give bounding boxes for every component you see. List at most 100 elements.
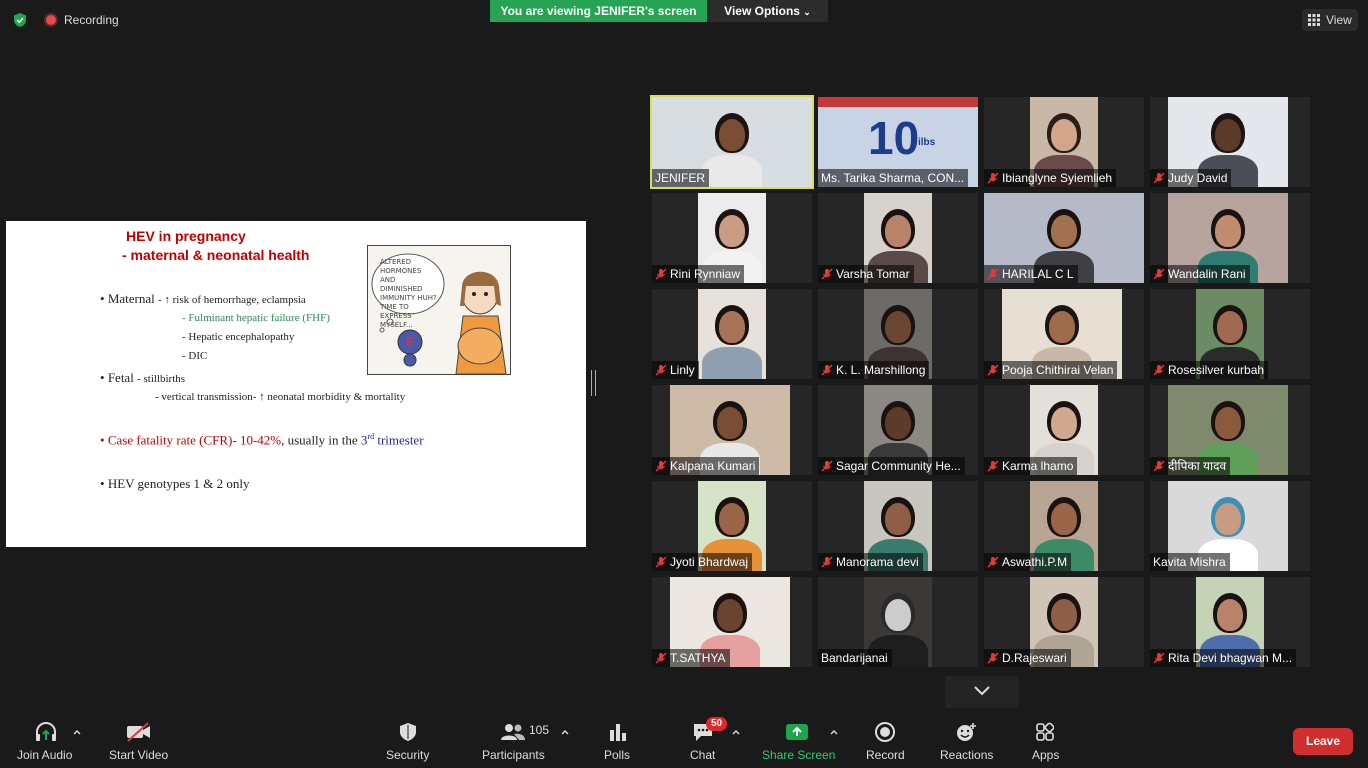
participant-name-label: दीपिका यादव: [1168, 459, 1227, 473]
participant-name-label: Sagar Community He...: [836, 459, 961, 473]
cartoon-letter: E: [406, 335, 414, 349]
apps-label: Apps: [1032, 748, 1060, 762]
participant-name-label: Varsha Tomar: [836, 267, 910, 281]
participant-face: [1051, 503, 1077, 535]
muted-mic-icon: [987, 460, 999, 472]
chevron-down-icon: [974, 686, 990, 696]
gallery-collapse-button[interactable]: [945, 676, 1019, 708]
participant-name-label: Pooja Chithirai Velan: [1002, 363, 1114, 377]
view-options-button[interactable]: View Options ⌄: [707, 0, 828, 22]
participant-name: Aswathi.P.M: [984, 553, 1072, 571]
participant-gallery: JENIFER 10 ilbs Ms. Tarika Sharma, CON... Ib…: [650, 95, 1314, 671]
participant-tile[interactable]: Rita Devi bhagwan M...: [1150, 577, 1310, 667]
participant-tile[interactable]: Judy David: [1150, 97, 1310, 187]
join-audio-label: Join Audio: [17, 748, 73, 762]
participant-tile[interactable]: Linly: [652, 289, 812, 379]
reactions-button[interactable]: Reactions: [936, 714, 994, 768]
participant-name: Manorama devi: [818, 553, 923, 571]
security-label: Security: [386, 748, 430, 762]
participants-options-caret-icon[interactable]: [561, 728, 569, 736]
participant-tile[interactable]: Ibianglyne Syiemlieh: [984, 97, 1144, 187]
participant-name: Ibianglyne Syiemlieh: [984, 169, 1117, 187]
participant-tile[interactable]: 10 ilbs Ms. Tarika Sharma, CON...: [818, 97, 978, 187]
fetal-item: - vertical transmission- ↑ neonatal morb…: [155, 391, 406, 403]
participant-tile[interactable]: Bandarijanai: [818, 577, 978, 667]
record-button[interactable]: Record: [862, 714, 908, 768]
participant-tile[interactable]: Manorama devi: [818, 481, 978, 571]
muted-mic-icon: [987, 364, 999, 376]
apps-button[interactable]: Apps: [1028, 714, 1062, 768]
share-options-caret-icon[interactable]: [830, 728, 838, 736]
participant-tile[interactable]: D.Rajeswari: [984, 577, 1144, 667]
participant-name: Rita Devi bhagwan M...: [1150, 649, 1297, 667]
leave-button[interactable]: Leave: [1293, 728, 1353, 755]
participant-name: Bandarijanai: [818, 649, 892, 667]
muted-mic-icon: [987, 268, 999, 280]
participant-tile[interactable]: Varsha Tomar: [818, 193, 978, 283]
split-divider-handle[interactable]: [591, 370, 596, 396]
share-screen-icon: [786, 724, 808, 740]
chevron-down-icon: ⌄: [803, 7, 811, 17]
participant-name: Ms. Tarika Sharma, CON...: [818, 169, 969, 187]
participant-tile[interactable]: दीपिका यादव: [1150, 385, 1310, 475]
security-button[interactable]: Security: [382, 714, 434, 768]
participants-label: Participants: [482, 748, 545, 762]
audio-options-caret-icon[interactable]: [73, 728, 81, 736]
participant-tile[interactable]: Wandalin Rani: [1150, 193, 1310, 283]
participant-tile[interactable]: Rini Rynniaw: [652, 193, 812, 283]
participant-tile[interactable]: Rosesilver kurbah: [1150, 289, 1310, 379]
meeting-toolbar: Join Audio Start Video Security 105 Part…: [0, 714, 1368, 768]
shared-screen-slide: HEV in pregnancy - maternal & neonatal h…: [6, 221, 586, 547]
slide-subtitle: - maternal & neonatal health: [122, 247, 310, 263]
recording-label[interactable]: Recording: [64, 13, 119, 27]
participant-name-label: Rini Rynniaw: [670, 267, 741, 281]
participant-face: [719, 119, 745, 151]
participant-tile[interactable]: K. L. Marshillong: [818, 289, 978, 379]
participant-name: Kavita Mishra: [1150, 553, 1230, 571]
participant-face: [1217, 311, 1243, 343]
record-label: Record: [866, 748, 905, 762]
participant-tile[interactable]: Pooja Chithirai Velan: [984, 289, 1144, 379]
participant-tile[interactable]: Kalpana Kumari: [652, 385, 812, 475]
participant-tile[interactable]: Kavita Mishra: [1150, 481, 1310, 571]
muted-mic-icon: [655, 556, 667, 568]
participant-name-label: Kalpana Kumari: [670, 459, 756, 473]
participant-name-label: HARILAL C L: [1002, 267, 1074, 281]
participant-tile[interactable]: Sagar Community He...: [818, 385, 978, 475]
participant-face: [1051, 407, 1077, 439]
participant-tile[interactable]: Karma lhamo: [984, 385, 1144, 475]
participant-tile[interactable]: JENIFER: [650, 95, 814, 189]
participant-name: Judy David: [1150, 169, 1232, 187]
participant-tile[interactable]: Jyoti Bhardwaj: [652, 481, 812, 571]
share-screen-button[interactable]: Share Screen: [760, 714, 836, 768]
chat-options-caret-icon[interactable]: [732, 728, 740, 736]
participants-button[interactable]: 105 Participants: [478, 714, 550, 768]
reactions-label: Reactions: [940, 748, 994, 762]
participant-name-label: Kavita Mishra: [1153, 555, 1226, 569]
maternal-item: - ↑ risk of hemorrhage, eclampsia: [157, 294, 306, 306]
video-off-icon: [127, 722, 150, 742]
grid-view-icon: [1308, 14, 1320, 26]
start-video-button[interactable]: Start Video: [104, 714, 174, 768]
participant-name-label: Linly: [670, 363, 695, 377]
participant-face: [1051, 215, 1077, 247]
participant-tile[interactable]: HARILAL C L: [984, 193, 1144, 283]
share-screen-label: Share Screen: [762, 748, 836, 762]
participant-body: [702, 347, 762, 379]
join-audio-button[interactable]: Join Audio: [14, 714, 78, 768]
participant-name: Rosesilver kurbah: [1150, 361, 1269, 379]
muted-mic-icon: [821, 364, 833, 376]
participant-tile[interactable]: Aswathi.P.M: [984, 481, 1144, 571]
participant-name: Jyoti Bhardwaj: [652, 553, 753, 571]
view-options-label: View Options: [724, 4, 800, 18]
view-button[interactable]: View: [1302, 9, 1358, 31]
participant-face: [719, 503, 745, 535]
maternal-label: Maternal: [107, 291, 155, 306]
security-shield-icon[interactable]: [12, 12, 28, 28]
participant-tile[interactable]: T.SATHYA: [652, 577, 812, 667]
muted-mic-icon: [1153, 172, 1165, 184]
participant-face: [717, 599, 743, 631]
participant-face: [885, 503, 911, 535]
participant-name: Linly: [652, 361, 699, 379]
polls-button[interactable]: Polls: [600, 714, 636, 768]
